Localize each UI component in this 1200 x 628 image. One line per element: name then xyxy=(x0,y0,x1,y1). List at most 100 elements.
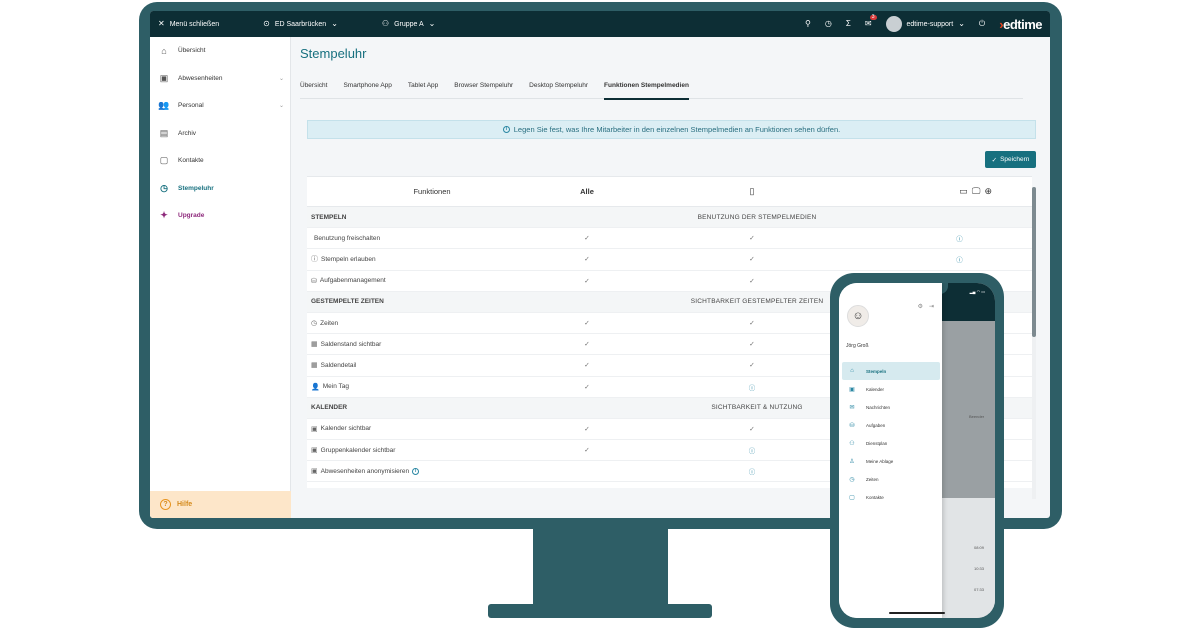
row-icon: 👤 xyxy=(311,383,320,391)
phone-list-area xyxy=(942,498,995,618)
tab-browser-stempeluhr[interactable]: Browser Stempeluhr xyxy=(446,80,521,99)
sidebar-item-uebersicht[interactable]: ⌂ Übersicht xyxy=(150,37,290,65)
people-icon: 👥 xyxy=(158,100,170,111)
avatar xyxy=(885,16,902,32)
save-button[interactable]: ✓ Speichern xyxy=(985,151,1036,168)
location-pin-icon: ⊙ xyxy=(263,19,270,28)
cell-all-checkbox[interactable]: ✓ xyxy=(557,383,617,391)
row-icon: ⛁ xyxy=(311,277,317,285)
monitor-neck xyxy=(533,528,668,606)
phone-menu-label: Dienstplan xyxy=(866,440,888,446)
row-label: Mein Tag xyxy=(322,383,349,391)
home-icon: ⌂ xyxy=(850,368,854,374)
tab-uebersicht[interactable]: Übersicht xyxy=(300,80,335,99)
tab-tablet-app[interactable]: Tablet App xyxy=(400,80,446,99)
mail-icon[interactable]: ✉ 3 xyxy=(865,15,877,28)
cell-all-checkbox[interactable]: ✓ xyxy=(557,446,617,454)
row-icon: ▣ xyxy=(311,468,318,476)
tab-desktop-stempeluhr[interactable]: Desktop Stempeluhr xyxy=(521,80,596,99)
signal-wifi-battery-icon: ▂▄ ◠ ▭ xyxy=(969,289,985,294)
tab-bar: Übersicht Smartphone App Tablet App Brow… xyxy=(300,80,1023,100)
sidebar-item-label: Archiv xyxy=(178,129,197,137)
save-label: Speichern xyxy=(1000,156,1030,163)
home-indicator xyxy=(889,612,945,614)
sidebar-item-kontakte[interactable]: ▢ Kontakte xyxy=(150,147,290,175)
smartphone-icon: ▯ xyxy=(749,186,755,196)
cell-all-checkbox[interactable]: ✓ xyxy=(557,319,617,327)
info-icon[interactable]: i xyxy=(412,467,420,475)
sum-icon[interactable]: Σ xyxy=(846,20,851,28)
contacts-icon: ▢ xyxy=(159,155,169,166)
user-check-icon[interactable]: ⚲ xyxy=(805,20,811,28)
phone-time-2: 10:33 xyxy=(974,566,985,571)
phone-menu-item[interactable]: ✉ Nachrichten xyxy=(842,398,940,416)
sidebar-item-personal[interactable]: 👥 Personal ⌄ xyxy=(150,92,290,120)
info-icon: i xyxy=(502,126,510,133)
cell-all-checkbox[interactable]: ✓ xyxy=(557,361,617,369)
cell-other-checkbox[interactable]: ⓘ xyxy=(887,233,1032,243)
power-icon[interactable]: ⏻ xyxy=(979,20,985,28)
phone-menu-item[interactable]: ⌂ Stempeln xyxy=(842,362,940,380)
phone-menu-item[interactable]: ▢ Kontakte xyxy=(842,488,940,506)
folder-icon: ♙ xyxy=(849,458,855,465)
phone-menu-item[interactable]: ♙ Meine Ablage xyxy=(842,452,940,470)
phone-header xyxy=(942,283,995,321)
sidebar-item-label: Übersicht xyxy=(178,47,206,55)
top-bar: ✕ Menü schließen ⊙ ED Saarbrücken ⌄ ⚇ Gr… xyxy=(150,11,1050,37)
cell-all-checkbox[interactable]: ✓ xyxy=(557,425,617,433)
cell-mobile-checkbox[interactable]: ✓ xyxy=(617,255,887,263)
phone-menu-label: Aufgaben xyxy=(866,422,886,428)
cell-all-checkbox[interactable]: ✓ xyxy=(557,255,617,263)
sidebar: ⌂ Übersicht ▣ Abwesenheiten ⌄ 👥 Personal… xyxy=(150,37,291,518)
mail-icon: ✉ xyxy=(849,404,855,411)
chevron-down-icon: ⌄ xyxy=(278,75,284,82)
cell-other-checkbox[interactable]: ⓘ xyxy=(887,254,1032,264)
settings-icon[interactable]: ⚙ xyxy=(918,303,923,310)
clock-icon[interactable]: ◷ xyxy=(825,20,832,28)
close-menu-button[interactable]: ✕ Menü schließen xyxy=(158,20,219,28)
group-icon: ⚇ xyxy=(381,19,390,28)
phone-menu-item[interactable]: ⛁ Aufgaben xyxy=(842,416,940,434)
cell-all-checkbox[interactable]: ✓ xyxy=(557,234,617,242)
phone-menu-label: Zeiten xyxy=(866,476,879,482)
group-selector[interactable]: ⚇ Gruppe A ⌄ xyxy=(382,20,435,28)
user-menu[interactable]: edtime-support ⌄ xyxy=(885,16,965,32)
table-row: Benutzung freischalten ✓ ✓ ⓘ xyxy=(307,228,1032,250)
sidebar-item-archiv[interactable]: ▤ Archiv xyxy=(150,120,290,148)
section-title: KALENDER xyxy=(311,404,348,412)
close-icon: ✕ xyxy=(158,19,165,28)
table-scrollbar[interactable] xyxy=(1032,187,1036,499)
help-label: Hilfe xyxy=(177,501,193,508)
mail-count-badge: 3 xyxy=(869,14,877,20)
phone-time-1: 08:09 xyxy=(974,545,985,550)
edtime-logo: ›edtime xyxy=(999,16,1042,32)
phone-menu-item[interactable]: ◷ Zeiten xyxy=(842,470,940,488)
phone-screen: Beender 08:09 10:33 07:33 ▂▄ ◠ ▭ ☺ ⚙ ⇥ Jö… xyxy=(839,283,995,618)
cell-all-checkbox[interactable]: ✓ xyxy=(557,340,617,348)
help-button[interactable]: ? Hilfe xyxy=(150,491,291,518)
chevron-down-icon: ⌄ xyxy=(428,19,436,28)
phone-menu-item[interactable]: ▣ Kalender xyxy=(842,380,940,398)
phone-menu-label: Meine Ablage xyxy=(866,458,894,464)
sidebar-item-label: Stempeluhr xyxy=(178,184,214,192)
sidebar-item-stempeluhr[interactable]: ◷ Stempeluhr xyxy=(150,175,290,203)
sidebar-item-upgrade[interactable]: ✦ Upgrade xyxy=(150,202,290,230)
row-label: Kalender sichtbar xyxy=(320,425,372,433)
phone-menu-label: Stempeln xyxy=(866,368,887,374)
row-icon: ▣ xyxy=(311,447,318,455)
row-icon: ▣ xyxy=(311,425,318,433)
phone-menu-item[interactable]: ⚇ Dienstplan xyxy=(842,434,940,452)
cell-all-checkbox[interactable]: ✓ xyxy=(557,277,617,285)
tab-funktionen-stempelmedien[interactable]: Funktionen Stempelmedien xyxy=(596,80,697,100)
sidebar-item-label: Upgrade xyxy=(178,212,205,220)
header-functions: Funktionen xyxy=(413,187,451,196)
scrollbar-thumb[interactable] xyxy=(1032,187,1036,337)
cell-mobile-checkbox[interactable]: ✓ xyxy=(617,234,887,242)
sidebar-item-abwesenheiten[interactable]: ▣ Abwesenheiten ⌄ xyxy=(150,65,290,93)
chevron-down-icon: ⌄ xyxy=(958,19,965,28)
location-selector[interactable]: ⊙ ED Saarbrücken ⌄ xyxy=(263,20,338,28)
avatar: ☺ xyxy=(847,305,869,327)
archive-icon: ▤ xyxy=(159,127,169,138)
logout-icon[interactable]: ⇥ xyxy=(929,303,934,310)
tab-smartphone-app[interactable]: Smartphone App xyxy=(335,80,399,99)
